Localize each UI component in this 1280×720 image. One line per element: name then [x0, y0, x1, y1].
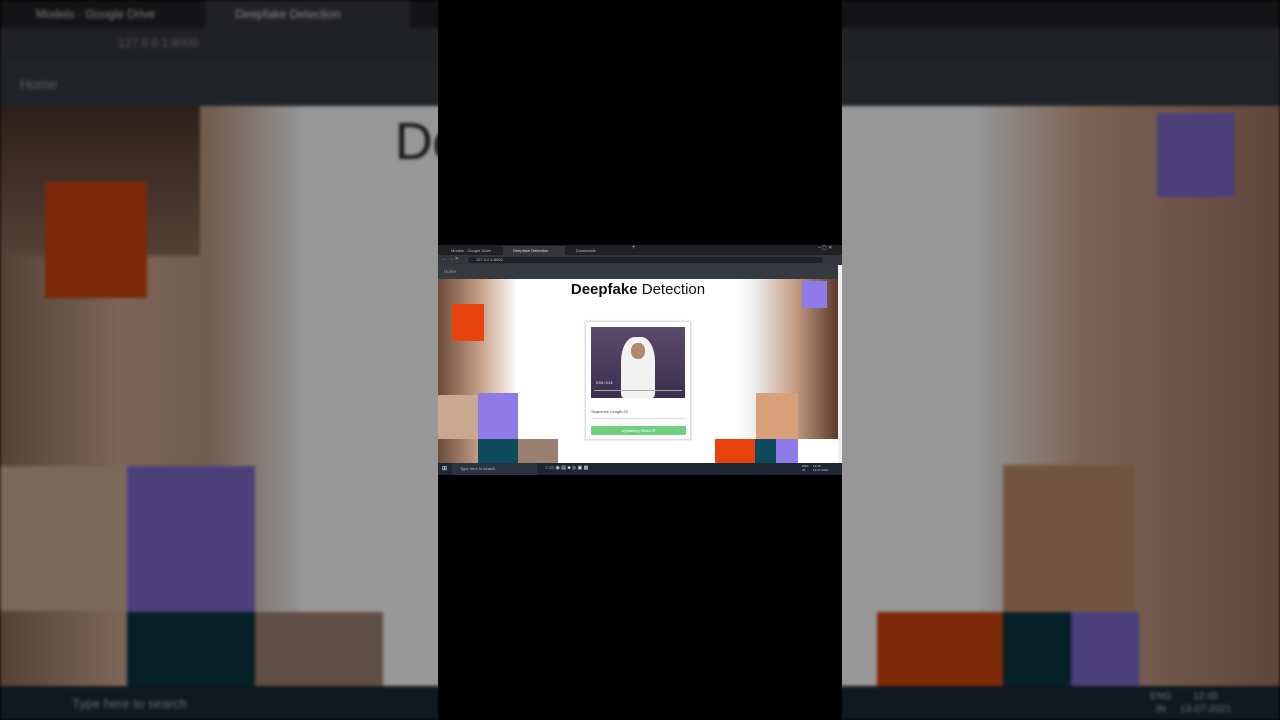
tab-google-drive[interactable]: Models - Google Drive [441, 246, 503, 255]
region: IN [802, 468, 805, 472]
video-time: 0:03 / 0:15 [596, 381, 613, 385]
scrollbar[interactable] [838, 265, 842, 463]
upload-button[interactable]: Uploading Video ⟳ [591, 426, 686, 435]
clock-date: 13-07-2021 [813, 468, 829, 472]
page-title: Deepfake Detection [570, 281, 706, 298]
bg-region: IN [1155, 704, 1166, 715]
bg-tab-deepfake: Deepfake Detection [205, 0, 410, 28]
bg-taskbar-search: Type here to search [72, 696, 187, 711]
home-link[interactable]: Home [438, 265, 838, 279]
bg-time: 12:45 [1193, 691, 1219, 702]
browser-window: Models - Google Drive Deepfake Detection… [438, 245, 842, 475]
address-bar[interactable]: 127.0.0.1:8000 [476, 257, 503, 263]
taskbar-apps-icons[interactable]: ○ ▭ ◉ ▤ ■ ◎ ▣ ▩ [545, 465, 588, 471]
video-progress[interactable] [594, 390, 682, 391]
bg-home: Home [20, 76, 58, 92]
bg-url: 127.0.0.1:8000 [118, 36, 199, 50]
nav-buttons-icon[interactable]: ← → ✕ [442, 256, 459, 262]
upload-card: 0:03 / 0:15 Sequence Length:20 Uploading… [585, 321, 691, 440]
taskbar-search[interactable]: Type here to search [460, 466, 495, 471]
window-controls[interactable]: – ▢ ✕ [818, 245, 832, 251]
sequence-length-label: Sequence Length:20 [591, 409, 628, 414]
start-icon[interactable]: ⊞ [442, 465, 447, 472]
tab-downloads[interactable]: Downloads [566, 246, 628, 255]
sequence-length-slider[interactable] [591, 418, 686, 419]
bg-date: 13-07-2021 [1180, 704, 1232, 715]
page-content: Deepfake Detection 0:03 / 0:15 Sequence … [438, 279, 838, 463]
tab-deepfake-detection[interactable]: Deepfake Detection [503, 246, 565, 255]
bg-lang: ENG [1150, 691, 1172, 702]
bg-tab-drive: Models - Google Drive [0, 0, 205, 28]
new-tab-icon[interactable]: + [632, 245, 636, 251]
orange-block [452, 304, 484, 341]
windows-taskbar: ⊞ Type here to search ○ ▭ ◉ ▤ ■ ◎ ▣ ▩ EN… [438, 463, 842, 475]
video-player[interactable]: 0:03 / 0:15 [591, 327, 685, 398]
